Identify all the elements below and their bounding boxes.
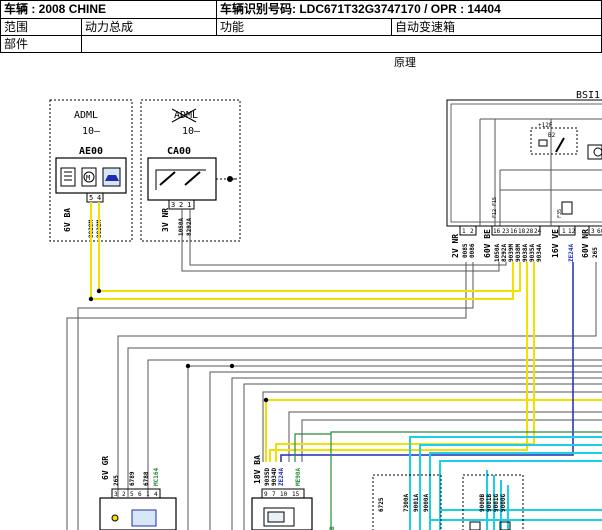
ae00-connector: 6V BA bbox=[63, 208, 72, 232]
wire-265-gr: 265 bbox=[113, 475, 120, 486]
adml1-name: ADML bbox=[74, 110, 98, 121]
wire-8292a: 8292A bbox=[501, 244, 508, 262]
pin-60vnr-3: 3 bbox=[591, 228, 595, 235]
wire-6789: 6789 bbox=[129, 471, 136, 486]
wire-b: B bbox=[329, 526, 336, 530]
pin-gr-4: 4 bbox=[154, 491, 158, 498]
wire-mc164: MC164 bbox=[153, 468, 160, 486]
pin-gr-5: 5 bbox=[130, 491, 134, 498]
conn-6vgr-pins bbox=[111, 488, 161, 499]
bsi-16vve-label: 16V VE bbox=[551, 229, 560, 258]
ae00-pin-4: 4 bbox=[97, 194, 101, 202]
pin-60vbe-f: 24 bbox=[534, 228, 542, 235]
info-header: 车辆 : 2008 CHINE 车辆识别号码: LDC671T32G374717… bbox=[0, 0, 602, 54]
bsi-60vbe-label: 60V BE bbox=[483, 229, 492, 258]
wire-265: 265 bbox=[592, 247, 599, 258]
svg-text:M: M bbox=[86, 174, 90, 182]
bsi-ctrl-icon bbox=[587, 144, 602, 160]
wire-1050a: 1050A bbox=[494, 244, 501, 262]
bsi-label: BSI1 bbox=[576, 90, 600, 101]
ca00-component bbox=[147, 157, 217, 201]
ca00-pin-1: 1 bbox=[187, 201, 191, 209]
pin-ba-15: 15 bbox=[292, 491, 300, 498]
wire-9000g: 9000G bbox=[500, 494, 507, 512]
part-label: 部件 bbox=[0, 36, 82, 53]
wire-6788: 6788 bbox=[143, 471, 150, 486]
conn-6vgr-label: 6V GR bbox=[101, 456, 110, 480]
wire-9038a: 9038A bbox=[522, 244, 529, 262]
wire-7300a: 7300A bbox=[403, 494, 410, 512]
function-label: 功能 bbox=[217, 19, 392, 36]
wire-9038m-b: 9038M bbox=[515, 244, 522, 262]
pin-gr-2: 2 bbox=[122, 491, 126, 498]
pin-60vbe-c: 16 bbox=[510, 228, 518, 235]
pin-60vbe-d: 18 bbox=[518, 228, 526, 235]
conn-18vba-label: 18V BA bbox=[253, 455, 262, 484]
range-value: 动力总成 bbox=[82, 19, 217, 36]
ca00-label: CA00 bbox=[167, 146, 191, 157]
bsi-fuse-1: F12 F15 bbox=[492, 197, 498, 218]
wire-9001b: 9001B bbox=[486, 494, 493, 512]
wire-9039m-b: 9039M bbox=[508, 244, 515, 262]
pin-2vnr-1: 1 bbox=[462, 228, 466, 235]
wire-0086: 0086 bbox=[469, 243, 476, 258]
pin-gr-6: 6 bbox=[138, 491, 142, 498]
part-value bbox=[82, 36, 602, 53]
pin-ba-7: 7 bbox=[272, 491, 276, 498]
switch-bank-icon bbox=[131, 509, 157, 527]
wire-9034d: 9034D bbox=[271, 468, 278, 486]
wire-9035d: 9035D bbox=[264, 468, 271, 486]
adml1-number: 10— bbox=[82, 126, 101, 137]
pin-60vbe-b: 23 bbox=[502, 228, 510, 235]
pin-60vbe-e: 28 bbox=[526, 228, 534, 235]
adml2-number: 10— bbox=[182, 126, 201, 137]
bsi-fuse-2: F35 bbox=[557, 209, 563, 218]
wire-0085: 0085 bbox=[462, 243, 469, 258]
switch-icon bbox=[159, 171, 176, 186]
range-label: 范围 bbox=[0, 19, 82, 36]
key-icon bbox=[227, 176, 233, 182]
pin-60vnr-60: 60 bbox=[597, 228, 602, 235]
pin-2vnr-2: 2 bbox=[470, 228, 474, 235]
pin-16vve-1: 1 bbox=[562, 228, 566, 235]
vin-cell: 车辆识别号码: LDC671T32G3747170 / OPR : 14404 bbox=[217, 0, 602, 19]
bsi-2vnr-label: 2V NR bbox=[451, 234, 460, 258]
ae00-label: AE00 bbox=[79, 146, 103, 157]
bsi-fuse-12f: +12F bbox=[538, 122, 553, 129]
ca00-connector: 3V NR bbox=[161, 208, 170, 232]
lamp-icon bbox=[111, 514, 119, 522]
wire-9001a: 9001A bbox=[413, 494, 420, 512]
pin-16vve-12: 12 bbox=[568, 228, 576, 235]
ca00-pin-2: 2 bbox=[179, 201, 183, 209]
wire-9035a: 9035A bbox=[529, 244, 536, 262]
pin-gr-3: 3 bbox=[114, 491, 118, 498]
wire-9034a: 9034A bbox=[536, 244, 543, 262]
wiring-diagram: 原理 ADML 10— AE00 M 5 4 6V BA 9039M 9038M… bbox=[49, 56, 602, 530]
bsi-60vnr-label: 60V NR bbox=[581, 229, 590, 258]
function-value: 自动变速箱 bbox=[392, 19, 602, 36]
pin-gr-1: 1 bbox=[146, 491, 150, 498]
wire-ze24a: ZE24A bbox=[568, 244, 575, 262]
wire-6725: 6725 bbox=[378, 497, 385, 512]
gauge-icon bbox=[60, 167, 76, 187]
wire-me90a: ME90A bbox=[295, 468, 302, 486]
diagram-title: 原理 bbox=[394, 56, 416, 69]
pin-60vbe-a: 16 bbox=[493, 228, 501, 235]
ae00-pin-5: 5 bbox=[89, 194, 93, 202]
pin-ba-10: 10 bbox=[280, 491, 288, 498]
wire-9000b: 9000B bbox=[479, 494, 486, 512]
wire-9001g: 9001G bbox=[493, 494, 500, 512]
pin-ba-9: 9 bbox=[264, 491, 268, 498]
ca00-pin-3: 3 bbox=[171, 201, 175, 209]
vehicle-cell: 车辆 : 2008 CHINE bbox=[0, 0, 217, 19]
wire-ze24a-b: ZE24A bbox=[278, 468, 285, 486]
wire-9000a: 9000A bbox=[423, 494, 430, 512]
bsi-relay-label: B2 bbox=[548, 132, 556, 139]
wire-green bbox=[330, 431, 602, 530]
